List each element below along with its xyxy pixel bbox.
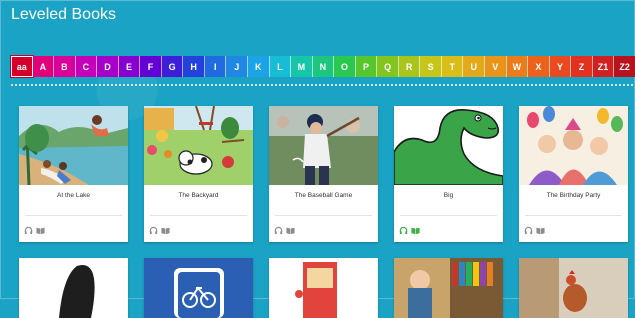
book-card[interactable] <box>269 258 378 318</box>
book-card-at-the-lake[interactable]: At the Lake <box>19 106 128 242</box>
headphones-icon[interactable] <box>149 226 158 235</box>
level-j-tab[interactable]: J <box>226 56 249 77</box>
book-card[interactable] <box>19 258 128 318</box>
book-card-the-birthday-party[interactable]: The Birthday Party <box>519 106 628 242</box>
level-q-tab[interactable]: Q <box>377 56 399 77</box>
book-cover <box>519 258 628 318</box>
level-u-tab[interactable]: U <box>463 56 486 77</box>
level-d-tab[interactable]: D <box>97 56 119 77</box>
book-card[interactable] <box>394 258 503 318</box>
book-icon[interactable] <box>286 226 295 235</box>
book-cover-the-backyard <box>144 106 253 185</box>
level-l-tab[interactable]: L <box>269 56 292 77</box>
book-icon[interactable] <box>161 226 170 235</box>
book-card[interactable] <box>144 258 253 318</box>
level-f-tab[interactable]: F <box>140 56 162 77</box>
level-c-tab[interactable]: C <box>75 56 98 77</box>
headphones-icon[interactable] <box>524 226 533 235</box>
book-title[interactable]: The Birthday Party <box>519 192 628 199</box>
level-k-tab[interactable]: K <box>248 56 270 77</box>
level-g-tab[interactable]: G <box>161 56 184 77</box>
level-z1-tab[interactable]: Z1 <box>592 56 615 77</box>
book-card-big[interactable]: Big <box>394 106 503 242</box>
book-card[interactable] <box>519 258 628 318</box>
book-cover-the-birthday-party <box>519 106 628 185</box>
book-card-the-backyard[interactable]: The Backyard <box>144 106 253 242</box>
level-r-tab[interactable]: R <box>398 56 421 77</box>
page-title: Leveled Books <box>11 6 116 23</box>
book-cover-at-the-lake <box>19 106 128 185</box>
headphones-icon[interactable] <box>24 226 33 235</box>
book-cover <box>19 258 128 318</box>
headphones-icon[interactable] <box>399 226 408 235</box>
book-cover-big <box>394 106 503 185</box>
headphones-icon[interactable] <box>274 226 283 235</box>
level-w-tab[interactable]: W <box>506 56 529 77</box>
book-icon[interactable] <box>536 226 545 235</box>
card-divider <box>150 215 247 216</box>
level-z2-tab[interactable]: Z2 <box>614 56 635 77</box>
level-n-tab[interactable]: N <box>312 56 335 77</box>
card-divider <box>275 215 372 216</box>
card-divider <box>400 215 497 216</box>
level-o-tab[interactable]: O <box>334 56 356 77</box>
book-cover-the-baseball-game <box>269 106 378 185</box>
book-card-the-baseball-game[interactable]: The Baseball Game <box>269 106 378 242</box>
book-cover <box>269 258 378 318</box>
level-i-tab[interactable]: I <box>204 56 227 77</box>
level-e-tab[interactable]: E <box>118 56 141 77</box>
level-y-tab[interactable]: Y <box>549 56 572 77</box>
card-divider <box>525 215 622 216</box>
level-b-tab[interactable]: B <box>54 56 76 77</box>
book-title[interactable]: Big <box>394 192 503 199</box>
level-v-tab[interactable]: V <box>485 56 507 77</box>
level-p-tab[interactable]: P <box>355 56 378 77</box>
divider <box>11 84 633 86</box>
book-icon[interactable] <box>36 226 45 235</box>
level-h-tab[interactable]: H <box>183 56 205 77</box>
level-t-tab[interactable]: T <box>441 56 464 77</box>
level-x-tab[interactable]: X <box>528 56 550 77</box>
level-z-tab[interactable]: Z <box>571 56 593 77</box>
level-m-tab[interactable]: M <box>291 56 313 77</box>
book-title[interactable]: At the Lake <box>19 192 128 199</box>
level-selector: aa A B C D E F G H I J K L M N O P Q R S T U V W X Y Z Z1 Z2 <box>10 55 635 78</box>
book-cover <box>144 258 253 318</box>
level-s-tab[interactable]: S <box>420 56 442 77</box>
book-cover <box>394 258 503 318</box>
book-title[interactable]: The Baseball Game <box>269 192 378 199</box>
card-divider <box>25 215 122 216</box>
level-aa-tab[interactable]: aa <box>10 55 34 78</box>
level-a-tab[interactable]: A <box>32 56 55 77</box>
book-icon[interactable] <box>411 226 420 235</box>
book-title[interactable]: The Backyard <box>144 192 253 199</box>
